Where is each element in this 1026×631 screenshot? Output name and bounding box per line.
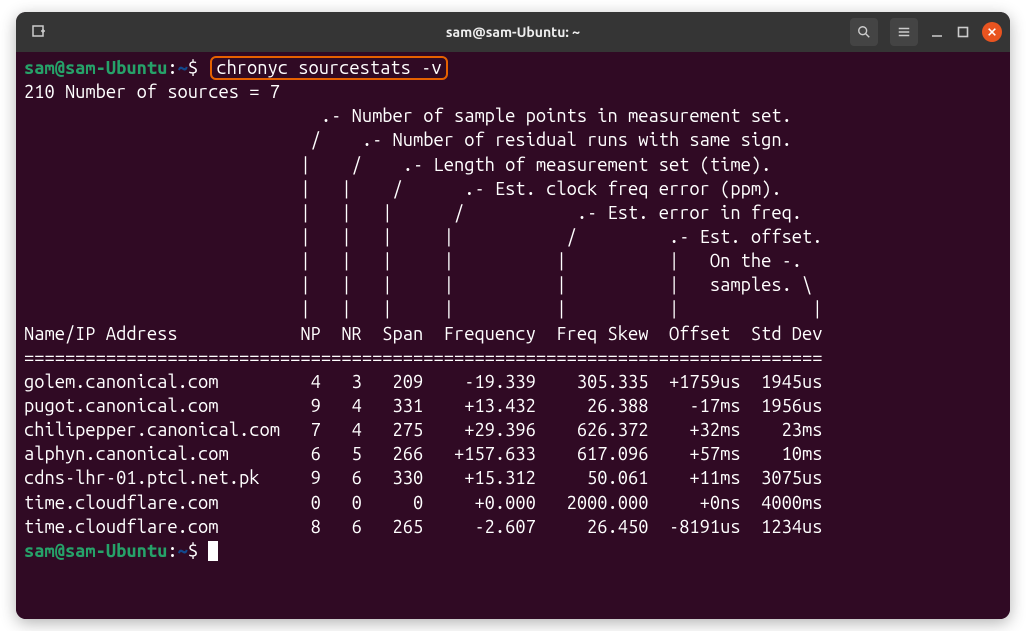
new-tab-icon: [31, 24, 47, 40]
columns-header: Name/IP Address NP NR Span Frequency Fre…: [24, 322, 1002, 346]
maximize-icon: [957, 26, 969, 38]
menu-button[interactable]: [890, 18, 918, 46]
output-header: 210 Number of sources = 7: [24, 80, 1002, 104]
cursor: [208, 541, 218, 561]
search-button[interactable]: [850, 18, 878, 46]
command-text: chronyc sourcestats -v: [216, 58, 441, 78]
maximize-button[interactable]: [956, 25, 970, 39]
prompt-path: ~: [178, 58, 188, 78]
minimize-button[interactable]: [930, 25, 944, 39]
prompt-line-empty: sam@sam-Ubuntu:~$: [24, 539, 1002, 563]
ascii-legend: .- Number of sample points in measuremen…: [24, 106, 823, 319]
terminal-body[interactable]: sam@sam-Ubuntu:~$ chronyc sourcestats -v…: [16, 52, 1010, 619]
data-rows: golem.canonical.com 4 3 209 -19.339 305.…: [24, 372, 823, 537]
new-tab-button[interactable]: [24, 17, 54, 47]
titlebar: sam@sam-Ubuntu: ~: [16, 12, 1010, 52]
prompt-user-host: sam@sam-Ubuntu: [24, 58, 167, 78]
prompt-line: sam@sam-Ubuntu:~$ chronyc sourcestats -v: [24, 56, 1002, 80]
terminal-window: sam@sam-Ubuntu: ~ sam@sam-Ubuntu:~$ chro…: [16, 12, 1010, 619]
close-button[interactable]: [982, 22, 1002, 42]
prompt-symbol: $: [188, 58, 198, 78]
window-title: sam@sam-Ubuntu: ~: [446, 24, 580, 40]
search-icon: [857, 25, 871, 39]
command-highlight: chronyc sourcestats -v: [210, 56, 447, 80]
hamburger-icon: [897, 25, 911, 39]
close-icon: [987, 27, 997, 37]
prompt-sep: :: [167, 58, 177, 78]
separator-line: ========================================…: [24, 346, 1002, 370]
minimize-icon: [931, 26, 943, 38]
